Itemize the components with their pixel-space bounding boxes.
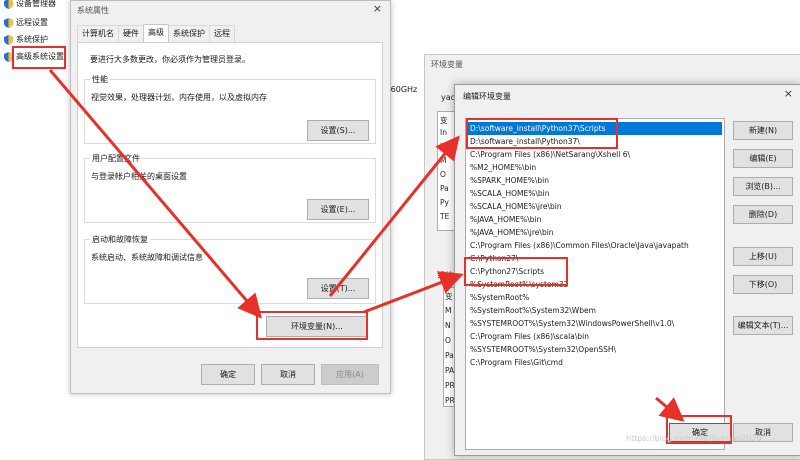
tab-system-protection[interactable]: 系统保护 — [168, 25, 210, 42]
move-up-button[interactable]: 上移(U) — [733, 247, 793, 266]
nav-item-label: 远程设置 — [16, 18, 48, 27]
delete-button[interactable]: 删除(D) — [733, 205, 793, 224]
nav-item-label: 系统保护 — [16, 35, 48, 44]
list-item: O — [445, 336, 451, 345]
list-item[interactable]: %SPARK_HOME%\bin — [468, 174, 722, 187]
startup-settings-button[interactable]: 设置(T)... — [307, 278, 369, 299]
group-desc: 视觉效果，处理器计划，内存使用，以及虚拟内存 — [91, 93, 267, 102]
group-desc: 与登录帐户相关的桌面设置 — [91, 172, 187, 181]
tab-remote[interactable]: 远程 — [209, 25, 235, 42]
shield-icon — [4, 0, 13, 9]
list-item: M — [440, 156, 447, 165]
list-item[interactable]: %SystemRoot% — [468, 291, 722, 304]
list-item: PA — [445, 366, 455, 375]
list-item: Py — [440, 198, 449, 207]
nav-item-device-manager[interactable]: 设备管理器 — [4, 0, 56, 10]
list-item: 变 — [445, 292, 453, 301]
nav-item-remote-settings[interactable]: 远程设置 — [4, 16, 48, 29]
user-profiles-group: 用户配置文件 与登录帐户相关的桌面设置 设置(E)... — [84, 153, 376, 223]
group-label: 用户配置文件 — [90, 153, 142, 164]
tab-bar: 计算机名 硬件 高级 系统保护 远程 — [77, 24, 235, 42]
shield-icon — [4, 17, 13, 28]
group-label: 性能 — [90, 74, 110, 85]
list-item[interactable]: C:\Program Files (x86)\Common Files\Orac… — [468, 239, 722, 252]
edit-button[interactable]: 编辑(E) — [733, 149, 793, 168]
list-item: Pa — [445, 351, 454, 360]
list-item: O — [440, 170, 446, 179]
list-item[interactable]: %SystemRoot%\System32\Wbem — [468, 304, 722, 317]
group-desc: 系统启动、系统故障和调试信息 — [91, 253, 203, 262]
list-item[interactable]: %SYSTEMROOT%\System32\WindowsPowerShell\… — [468, 317, 722, 330]
nav-item-label: 设备管理器 — [16, 0, 56, 8]
nav-item-system-protection[interactable]: 系统保护 — [4, 33, 48, 46]
cancel-button[interactable]: 取消 — [261, 364, 315, 385]
list-item[interactable]: %SCALA_HOME%\bin — [468, 187, 722, 200]
admin-note: 要进行大多数更改，你必须作为管理员登录。 — [90, 55, 250, 64]
list-item[interactable]: C:\Program Files (x86)\scala\bin — [468, 330, 722, 343]
list-item: 变 — [440, 116, 448, 125]
edit-text-button[interactable]: 编辑文本(T)... — [733, 316, 793, 335]
ok-button[interactable]: 确定 — [201, 364, 255, 385]
list-item: In — [440, 128, 447, 137]
user-profiles-settings-button[interactable]: 设置(E)... — [307, 199, 369, 220]
browse-button[interactable]: 浏览(B)... — [733, 177, 793, 196]
list-item[interactable]: %JAVA_HOME%\jre\bin — [468, 226, 722, 239]
close-icon[interactable]: × — [784, 87, 793, 100]
group-label: 启动和故障恢复 — [90, 234, 150, 245]
performance-group: 性能 视觉效果，处理器计划，内存使用，以及虚拟内存 设置(S)... — [84, 74, 376, 144]
watermark: https://blog.csdn.net/liuhuan2020 — [626, 434, 762, 443]
close-icon[interactable]: × — [373, 2, 382, 15]
list-item[interactable]: C:\Program Files\Git\cmd — [468, 356, 722, 369]
list-item: M — [445, 306, 452, 315]
list-item: In — [440, 142, 447, 151]
highlight-box — [466, 118, 618, 149]
list-item: Pa — [440, 184, 449, 193]
tab-hardware[interactable]: 硬件 — [118, 25, 144, 42]
list-item[interactable]: %M2_HOME%\bin — [468, 161, 722, 174]
highlight-box — [256, 311, 368, 340]
highlight-box — [12, 46, 66, 69]
window-title: 编辑环境变量 — [463, 92, 511, 101]
startup-recovery-group: 启动和故障恢复 系统启动、系统故障和调试信息 设置(T)... — [84, 234, 376, 304]
new-button[interactable]: 新建(N) — [733, 121, 793, 140]
advanced-panel: 要进行大多数更改，你必须作为管理员登录。 性能 视觉效果，处理器计划，内存使用，… — [77, 42, 383, 348]
highlight-box — [464, 257, 568, 286]
tab-computer-name[interactable]: 计算机名 — [77, 25, 119, 42]
shield-icon — [4, 34, 13, 45]
list-item[interactable]: C:\Program Files (x86)\NetSarang\Xshell … — [468, 148, 722, 161]
list-item: N — [445, 321, 451, 330]
window-title: 系统属性 — [77, 6, 109, 15]
list-item[interactable]: %JAVA_HOME%\bin — [468, 213, 722, 226]
list-item[interactable]: %SYSTEMROOT%\System32\OpenSSH\ — [468, 343, 722, 356]
apply-button[interactable]: 应用(A) — [321, 364, 379, 385]
tab-advanced[interactable]: 高级 — [143, 24, 169, 42]
performance-settings-button[interactable]: 设置(S)... — [307, 120, 369, 141]
list-item[interactable]: %SCALA_HOME%\jre\bin — [468, 200, 722, 213]
move-down-button[interactable]: 下移(O) — [733, 275, 793, 294]
system-section-label: 系统 — [437, 271, 453, 280]
window-title: 环境变量 — [431, 60, 463, 69]
list-item: TE — [440, 212, 450, 221]
